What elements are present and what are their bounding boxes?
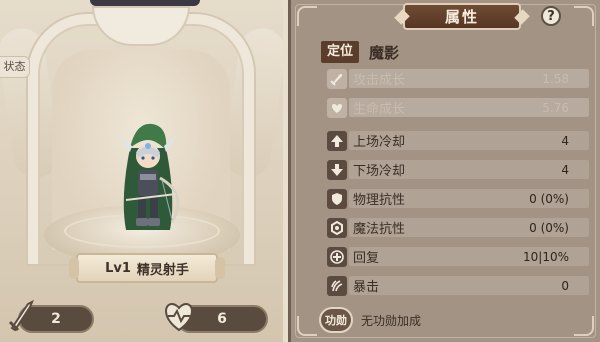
help-button[interactable]: ?	[541, 6, 561, 26]
stat-value: 0	[561, 278, 569, 293]
stat-label: 下场冷却	[353, 164, 406, 179]
arrow-up-icon	[327, 130, 347, 151]
stat-label: 回复	[353, 251, 380, 266]
heart-pulse-icon	[160, 296, 198, 336]
stat-label: 物理抗性	[353, 193, 406, 208]
sword-icon	[327, 68, 347, 89]
merit-row: 功勋 无功勋加成	[319, 306, 421, 334]
stat-label: 上场冷却	[353, 135, 406, 150]
sword-icon	[2, 296, 40, 336]
attributes-panel: 属性 ? 定位 魔影 攻击成长 1.58 生命成长 5.76 上场冷却 4 下场…	[288, 0, 600, 342]
corner-ornament	[297, 316, 317, 336]
stat-value: 4	[561, 133, 569, 148]
role-row: 定位 魔影	[321, 40, 591, 64]
hero-name: 精灵射手	[136, 262, 189, 278]
stat-label: 魔法抗性	[353, 222, 406, 237]
hero-figure[interactable]	[100, 118, 196, 240]
hero-name-scroll: Lv1 精灵射手	[69, 253, 225, 283]
stat-row-critical: 暴击 0	[327, 275, 589, 296]
merit-text: 无功勋加成	[361, 313, 422, 328]
merit-badge[interactable]: 功勋	[319, 307, 353, 333]
stat-value: 0 (0%)	[529, 220, 569, 235]
stat-value: 1.58	[542, 71, 569, 86]
stat-value: 10|10%	[523, 249, 569, 264]
status-tab[interactable]: 状态	[0, 56, 30, 78]
stat-label: 暴击	[353, 280, 380, 295]
plus-circle-icon	[327, 246, 347, 267]
hp-value: 6	[217, 311, 227, 327]
attack-value: 2	[51, 311, 61, 327]
arrow-down-icon	[327, 159, 347, 180]
stat-bar	[349, 276, 589, 295]
stat-value: 4	[561, 162, 569, 177]
corner-ornament	[574, 6, 594, 26]
attributes-title: 属性	[403, 3, 521, 30]
elf-archer-icon	[118, 123, 180, 230]
role-label: 定位	[321, 41, 360, 63]
hero-level: Lv1	[105, 260, 131, 276]
heart-icon	[327, 97, 347, 118]
hero-portrait-panel: 状态 Lv1 精灵射手 2 6	[0, 0, 283, 342]
stat-row-physical-resist: 物理抗性 0 (0%)	[327, 188, 589, 209]
corner-ornament	[574, 316, 594, 336]
corner-ornament	[297, 6, 317, 26]
shield-icon	[327, 188, 347, 209]
stat-row-recovery: 回复 10|10%	[327, 246, 589, 267]
stat-row-hp-growth: 生命成长 5.76	[327, 97, 589, 118]
stat-label: 攻击成长	[353, 73, 406, 88]
claw-icon	[327, 275, 347, 296]
stat-value: 0 (0%)	[529, 191, 569, 206]
magic-shield-icon	[327, 217, 347, 238]
stat-row-attack-growth: 攻击成长 1.58	[327, 68, 589, 89]
stat-row-enter-cooldown: 上场冷却 4	[327, 130, 589, 151]
stat-value: 5.76	[542, 100, 569, 115]
hero-info-screen: 状态 Lv1 精灵射手 2 6 属性 ? 定位 魔影 攻击成长 1.58 生命成…	[0, 0, 600, 342]
stat-row-magic-resist: 魔法抗性 0 (0%)	[327, 217, 589, 238]
stat-row-exit-cooldown: 下场冷却 4	[327, 159, 589, 180]
role-value: 魔影	[369, 43, 400, 62]
stat-label: 生命成长	[353, 102, 406, 117]
